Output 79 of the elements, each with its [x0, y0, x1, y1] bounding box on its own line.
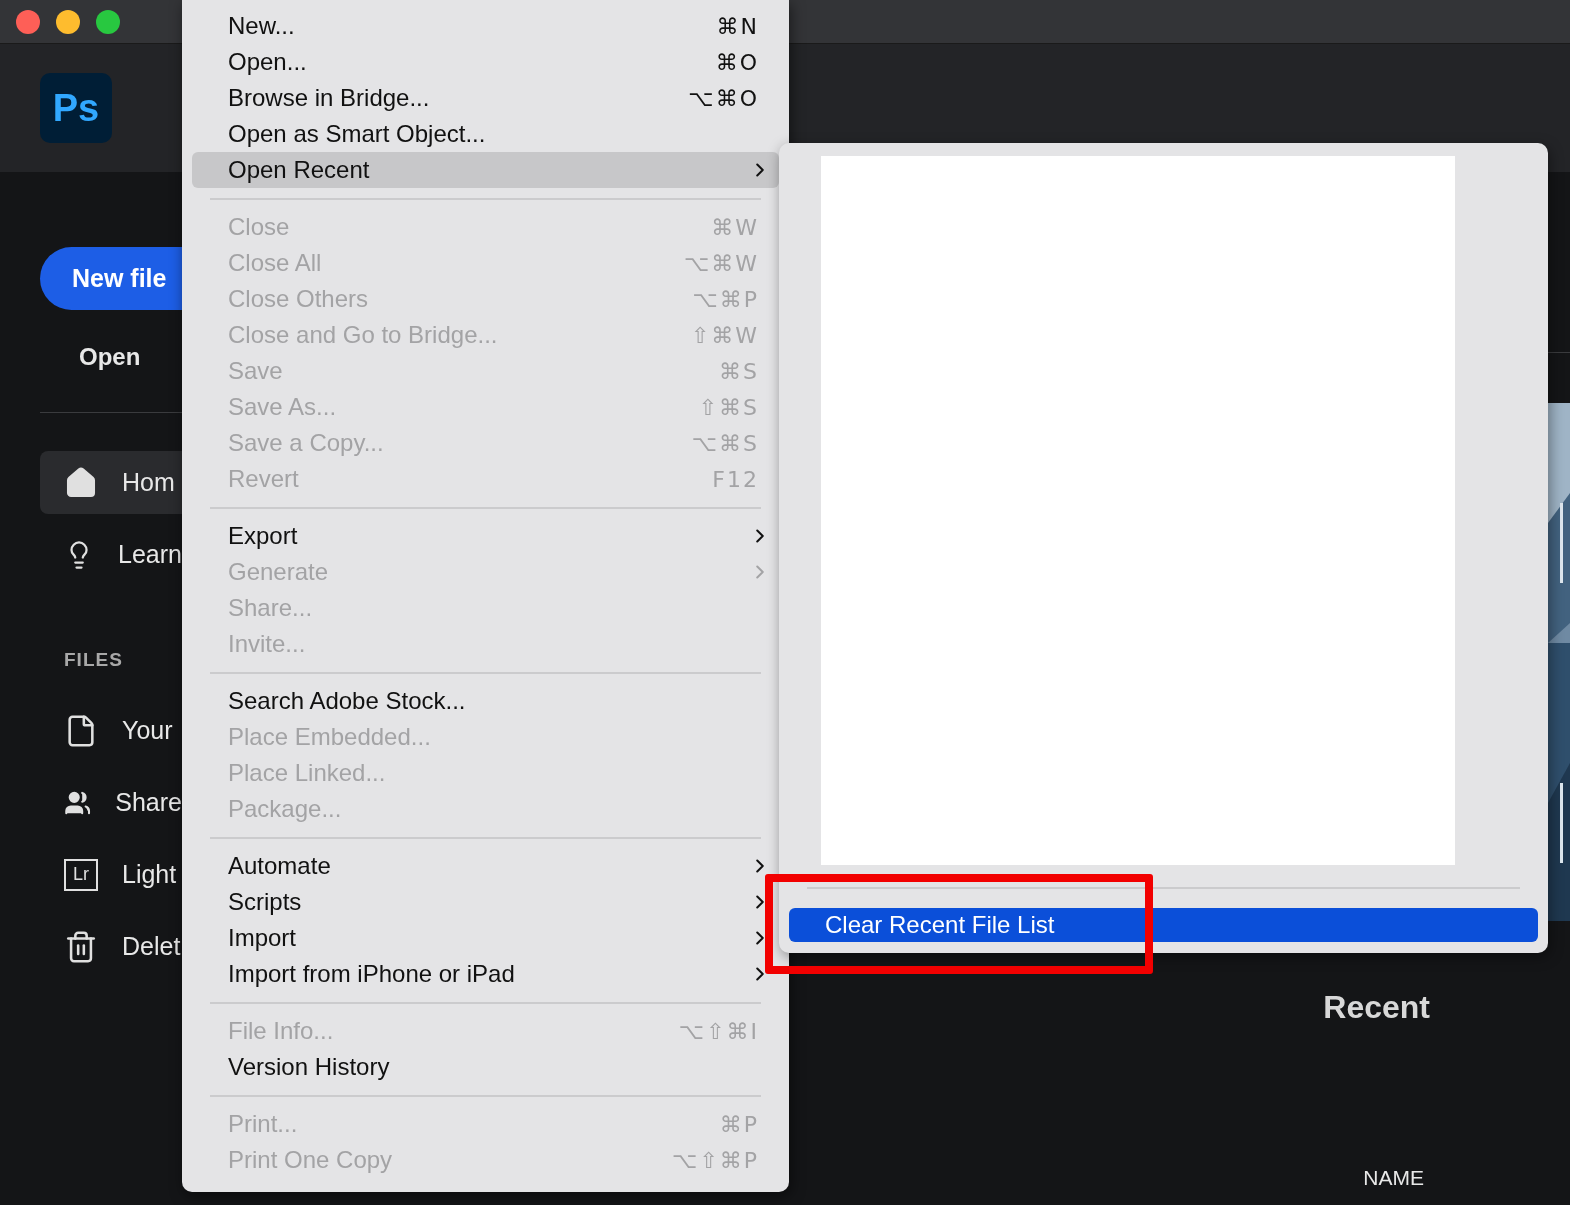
- menu-item-label: Scripts: [228, 888, 302, 916]
- menu-item-label: Version History: [228, 1053, 390, 1081]
- keyboard-shortcut: ⇧⌘W: [690, 322, 759, 348]
- menu-item-label: Place Linked...: [228, 759, 386, 787]
- nav-item[interactable]: Lr Light: [40, 843, 182, 906]
- keyboard-shortcut: ⌥⌘O: [688, 85, 759, 111]
- nav-label: Share: [115, 788, 182, 817]
- nav-label: Light: [122, 860, 177, 889]
- menu-item-label: New...: [228, 12, 295, 40]
- keyboard-shortcut: ⌘W: [711, 214, 759, 240]
- menu-item-label: Save: [228, 357, 283, 385]
- menu-item-label: Open as Smart Object...: [228, 120, 486, 148]
- menu-item-label: Invite...: [228, 630, 306, 658]
- menu-item[interactable]: Browse in Bridge... ⌥⌘O: [192, 80, 779, 116]
- section-heading: Recent: [1323, 989, 1430, 1026]
- menu-item[interactable]: Open... ⌘O: [192, 44, 779, 80]
- menu-item[interactable]: Clear Recent File List: [789, 908, 1538, 942]
- menu-item-label: Import: [228, 924, 296, 952]
- nav-item[interactable]: Learn: [40, 523, 182, 586]
- menu-item[interactable]: Search Adobe Stock...: [192, 683, 779, 719]
- menu-item[interactable]: Open as Smart Object...: [192, 116, 779, 152]
- keyboard-shortcut: F12: [712, 466, 759, 492]
- keyboard-shortcut: ⌥⌘P: [692, 286, 759, 312]
- menu-item-label: Search Adobe Stock...: [228, 687, 466, 715]
- menu-item-label: File Info...: [228, 1017, 334, 1045]
- keyboard-shortcut: ⌘S: [719, 358, 759, 384]
- menu-item[interactable]: Scripts: [192, 884, 779, 920]
- nav-item[interactable]: Share: [40, 771, 182, 834]
- lightroom-icon: Lr: [64, 858, 98, 891]
- menu-item-label: Browse in Bridge...: [228, 84, 430, 112]
- new-file-button[interactable]: New file: [40, 247, 182, 310]
- keyboard-shortcut: ⌘P: [719, 1111, 759, 1137]
- zoom-window-button[interactable]: [96, 9, 120, 34]
- section-heading: FILES: [63, 649, 124, 671]
- menu-item[interactable]: Version History: [192, 1049, 779, 1085]
- menu-item-label: Save As...: [228, 393, 337, 421]
- menu-item-label: Close: [228, 213, 290, 241]
- menu-item[interactable]: Open Recent: [192, 152, 779, 188]
- menu-item-label: Print One Copy: [228, 1146, 393, 1174]
- menu-item-label: Open Recent: [228, 156, 370, 184]
- menu-item-label: Place Embedded...: [228, 723, 431, 751]
- menu-item-label: Revert: [228, 465, 299, 493]
- keyboard-shortcut: ⌥⇧⌘P: [671, 1147, 759, 1173]
- column-header[interactable]: NAME: [1363, 1166, 1424, 1190]
- nav-item[interactable]: Hom: [40, 451, 182, 514]
- menu-item-label: Generate: [228, 558, 329, 586]
- menu-item-label: Share...: [228, 594, 313, 622]
- open-button[interactable]: Open: [40, 326, 182, 388]
- menu-item-label: Save a Copy...: [228, 429, 384, 457]
- nav-item[interactable]: Your: [40, 699, 182, 762]
- keyboard-shortcut: ⌥⇧⌘I: [678, 1018, 759, 1044]
- menu-item-label: Close Others: [228, 285, 369, 313]
- minimize-window-button[interactable]: [56, 9, 80, 34]
- menu-item-label: Automate: [228, 852, 331, 880]
- nav-label: Hom: [122, 468, 175, 497]
- menu-item-label: Print...: [228, 1110, 298, 1138]
- menu-item-label: Import from iPhone or iPad: [228, 960, 515, 988]
- trash-icon: [64, 929, 98, 964]
- menu-item-label: Close and Go to Bridge...: [228, 321, 498, 349]
- keyboard-shortcut: ⇧⌘S: [698, 394, 759, 420]
- keyboard-shortcut: ⌥⌘S: [691, 430, 759, 456]
- menu-item-label: Close All: [228, 249, 322, 277]
- nav-label: Your: [122, 716, 173, 745]
- nav-label: Delet: [122, 932, 181, 961]
- menu-item-label: Export: [228, 522, 298, 550]
- keyboard-shortcut: ⌘N: [716, 13, 759, 39]
- menu-item[interactable]: Import from iPhone or iPad: [192, 956, 779, 992]
- home-icon: [64, 465, 98, 500]
- menu-item-label: Open...: [228, 48, 307, 76]
- close-window-button[interactable]: [16, 9, 40, 34]
- app-logo: Ps: [40, 73, 112, 143]
- nav-label: Learn: [118, 540, 182, 569]
- menu-item-label: Package...: [228, 795, 342, 823]
- keyboard-shortcut: ⌘O: [715, 49, 759, 75]
- keyboard-shortcut: ⌥⌘W: [683, 250, 759, 276]
- menu-item[interactable]: Automate: [192, 848, 779, 884]
- menu-item[interactable]: Import: [192, 920, 779, 956]
- menu-item[interactable]: Export: [192, 518, 779, 554]
- nav-item[interactable]: Delet: [40, 915, 182, 978]
